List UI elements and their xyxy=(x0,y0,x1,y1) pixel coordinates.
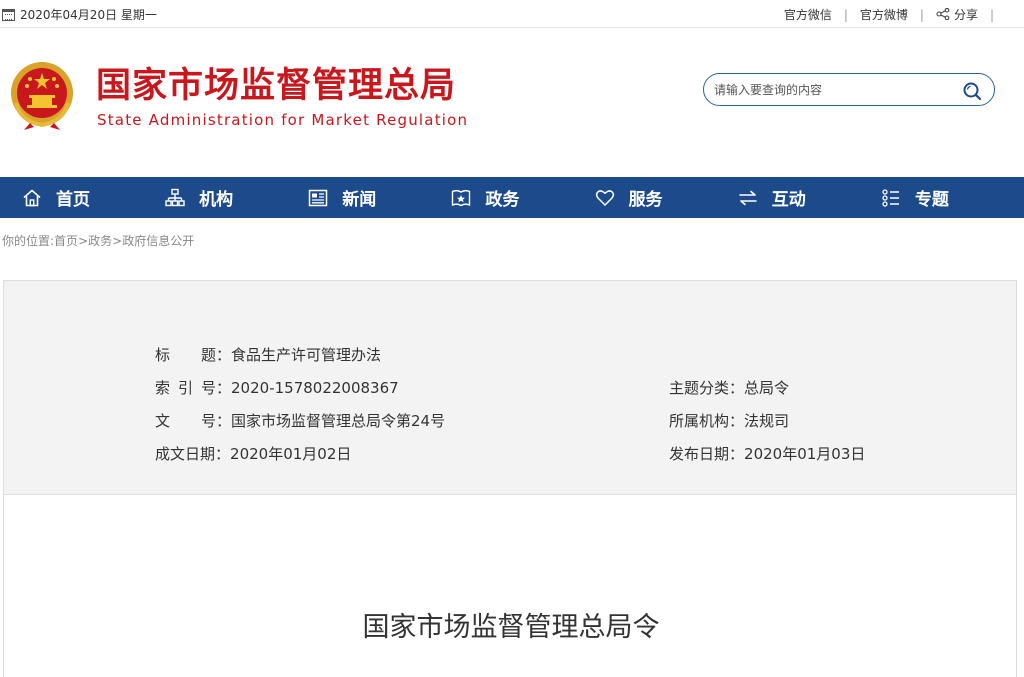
nav-label: 新闻 xyxy=(342,190,377,210)
info-title-label: 标题 xyxy=(155,346,216,364)
nav-label: 首页 xyxy=(56,190,90,210)
list-icon xyxy=(882,188,899,207)
site-title[interactable]: 国家市场监督管理总局 xyxy=(96,64,456,108)
colon: ： xyxy=(729,412,745,430)
site-title-english: State Administration for Market Regulati… xyxy=(97,111,469,129)
nav-item-government-affairs[interactable]: 政务 xyxy=(451,177,594,218)
breadcrumb-prefix: 你的位置: xyxy=(2,234,55,248)
nav-label: 机构 xyxy=(199,190,234,210)
main-nav: 首页 机构 新闻 政务 服务 互动 专题 xyxy=(0,177,1024,218)
nav-label: 政务 xyxy=(485,190,520,210)
info-category-row: 主题分类：总局令 xyxy=(669,377,789,398)
document-icon xyxy=(452,189,471,206)
breadcrumb: 你的位置:首页>政务>政府信息公开 xyxy=(2,232,194,249)
divider: | xyxy=(843,7,848,22)
info-agency-row: 所属机构：法规司 xyxy=(669,410,789,431)
document-info-panel: 标题：食品生产许可管理办法 索引号：2020-1578022008367 主题分… xyxy=(3,280,1017,495)
share-link[interactable]: 分享 xyxy=(936,6,978,23)
nav-item-home[interactable]: 首页 xyxy=(22,177,165,218)
search-input[interactable] xyxy=(714,81,954,99)
info-agency-label: 所属机构 xyxy=(669,412,730,430)
breadcrumb-affairs[interactable]: 政务 xyxy=(88,234,112,248)
info-created-row: 成文日期：2020年01月02日 xyxy=(155,443,351,464)
share-icon xyxy=(936,8,950,20)
top-bar: 2020年04月20日 星期一 官方微信 | 官方微博 | 分享 | xyxy=(0,0,1024,28)
info-index-value: 2020-1578022008367 xyxy=(231,379,399,397)
breadcrumb-info-disclosure[interactable]: 政府信息公开 xyxy=(122,234,194,248)
national-emblem-icon[interactable] xyxy=(8,59,76,131)
info-docno-label: 文号 xyxy=(155,412,216,430)
info-title-value: 食品生产许可管理办法 xyxy=(231,346,382,364)
info-created-value: 2020年01月02日 xyxy=(230,445,352,463)
top-links: 官方微信 | 官方微博 | 分享 | xyxy=(784,6,1006,23)
info-docno-value: 国家市场监督管理总局令第24号 xyxy=(231,412,446,430)
breadcrumb-home[interactable]: 首页 xyxy=(54,234,78,248)
newspaper-icon xyxy=(309,189,328,206)
breadcrumb-separator: > xyxy=(112,234,123,248)
date-display: 2020年04月20日 星期一 xyxy=(2,6,157,23)
info-index-row: 索引号：2020-1578022008367 xyxy=(155,377,399,398)
search-box xyxy=(703,73,995,106)
share-label: 分享 xyxy=(953,8,978,22)
heart-icon xyxy=(595,189,614,206)
colon: ： xyxy=(216,412,232,430)
site-header: 国家市场监督管理总局 State Administration for Mark… xyxy=(0,28,1024,177)
colon: ： xyxy=(215,445,231,463)
nav-item-interaction[interactable]: 互动 xyxy=(738,177,881,218)
date-text: 2020年04月20日 星期一 xyxy=(20,8,157,22)
nav-item-organization[interactable]: 机构 xyxy=(165,177,308,218)
nav-item-news[interactable]: 新闻 xyxy=(308,177,451,218)
calendar-icon xyxy=(2,8,15,21)
document-content: 国家市场监督管理总局令 xyxy=(3,495,1017,677)
info-category-label: 主题分类 xyxy=(669,379,730,397)
search-icon[interactable] xyxy=(962,81,982,101)
colon: ： xyxy=(216,379,232,397)
info-published-label: 发布日期 xyxy=(669,445,730,463)
divider: | xyxy=(919,7,924,22)
info-agency-value: 法规司 xyxy=(744,412,790,430)
info-docno-row: 文号：国家市场监督管理总局令第24号 xyxy=(155,410,445,431)
nav-item-topics[interactable]: 专题 xyxy=(881,177,1024,218)
nav-label: 专题 xyxy=(914,190,949,210)
colon: ： xyxy=(729,445,745,463)
info-published-row: 发布日期：2020年01月03日 xyxy=(669,443,865,464)
nav-label: 服务 xyxy=(628,190,663,210)
info-title-row: 标题：食品生产许可管理办法 xyxy=(155,344,381,365)
exchange-icon xyxy=(738,190,757,205)
colon: ： xyxy=(729,379,745,397)
org-chart-icon xyxy=(165,188,185,206)
info-index-label: 索引号 xyxy=(155,379,216,397)
home-icon xyxy=(23,189,41,206)
colon: ： xyxy=(216,346,232,364)
official-wechat-link[interactable]: 官方微信 xyxy=(784,6,832,23)
info-published-value: 2020年01月03日 xyxy=(744,445,866,463)
nav-label: 互动 xyxy=(771,190,806,210)
document-heading: 国家市场监督管理总局令 xyxy=(362,612,660,643)
info-created-label: 成文日期 xyxy=(155,445,216,463)
breadcrumb-separator: > xyxy=(78,234,89,248)
info-category-value: 总局令 xyxy=(744,379,790,397)
nav-item-services[interactable]: 服务 xyxy=(595,177,738,218)
divider: | xyxy=(989,7,994,22)
official-weibo-link[interactable]: 官方微博 xyxy=(860,6,908,23)
